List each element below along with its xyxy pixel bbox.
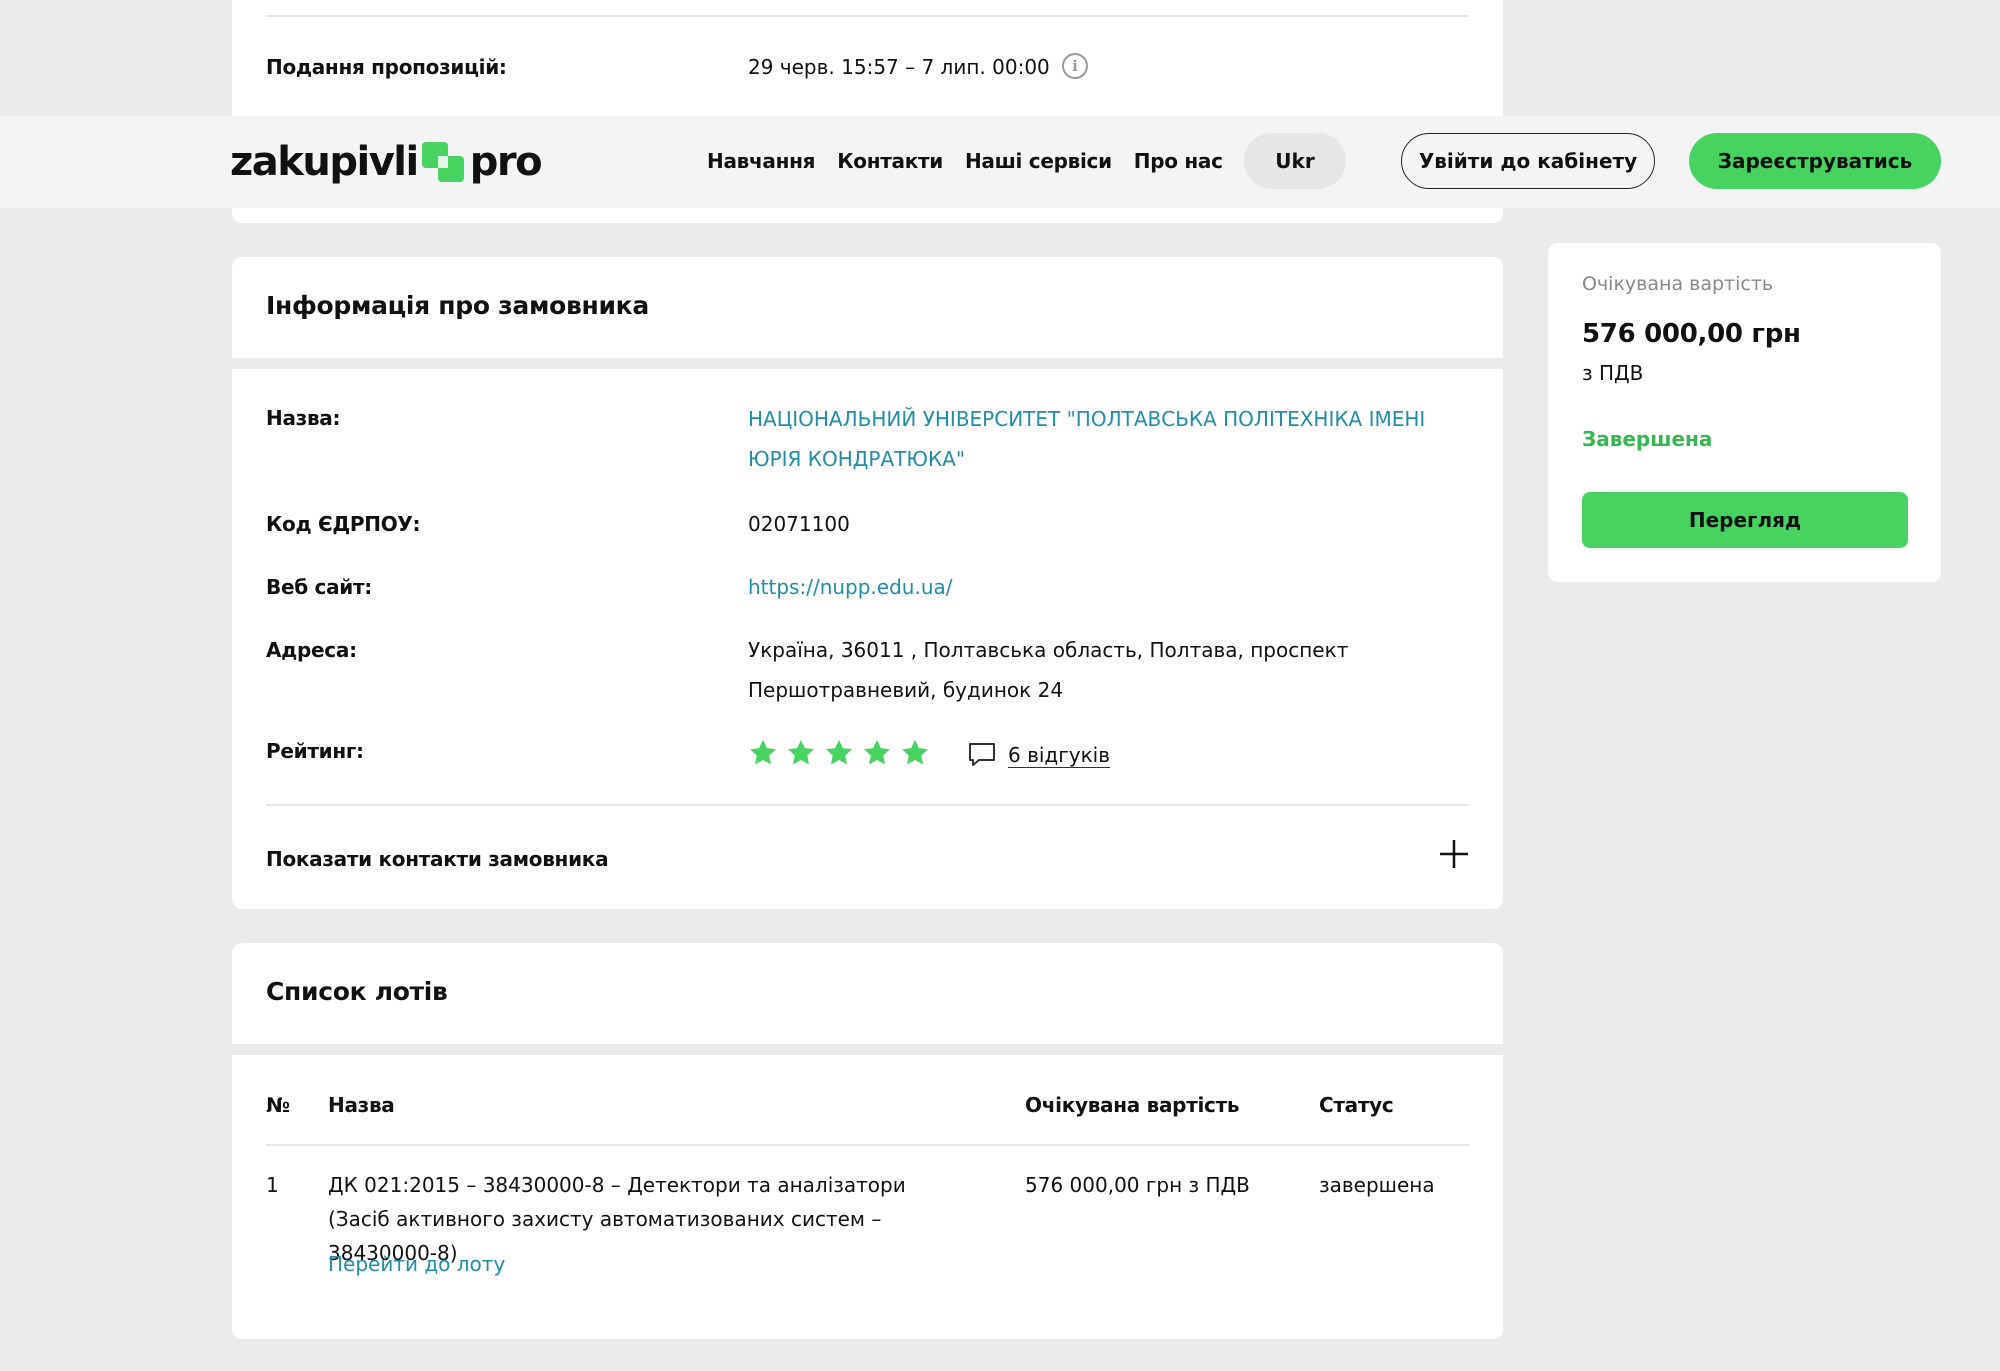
nav-item-training[interactable]: Навчання [707, 149, 816, 173]
edrpou-label: Код ЄДРПОУ: [266, 512, 421, 536]
star-icon [750, 739, 776, 765]
lot-status: завершена [1319, 1173, 1435, 1197]
address-label: Адреса: [266, 638, 357, 662]
show-contacts-toggle[interactable]: Показати контакти замовника [266, 840, 1469, 877]
expected-value-label: Очікувана вартість [1582, 273, 1774, 295]
rating-label: Рейтинг: [266, 739, 364, 763]
comment-icon [969, 743, 995, 766]
show-contacts-label[interactable]: Показати контакти замовника [266, 847, 609, 871]
logo-mark-icon [420, 138, 468, 186]
nav-item-services[interactable]: Наші сервіси [965, 149, 1112, 173]
status-badge: Завершена [1582, 427, 1713, 451]
logo-text-right: pro [469, 139, 543, 185]
view-button[interactable]: Перегляд [1582, 492, 1908, 548]
register-button[interactable]: Зареєструватись [1689, 133, 1941, 189]
column-header-value: Очікувана вартість [1025, 1093, 1240, 1117]
nav-item-about[interactable]: Про нас [1134, 149, 1223, 173]
divider [266, 1144, 1469, 1146]
logo-text-left: zakupivli [230, 139, 419, 185]
reviews-count[interactable]: 6 відгуків [1008, 743, 1111, 768]
reviews-link[interactable]: 6 відгуків [968, 742, 1111, 768]
address-value: Україна, 36011 , Полтавська область, Пол… [748, 638, 1349, 702]
star-icon [788, 739, 814, 765]
rating-stars [748, 738, 930, 768]
info-icon[interactable]: i [1062, 53, 1088, 79]
site-header: zakupivli pro Навчання Контакти Наші сер… [0, 116, 2000, 208]
vat-note: з ПДВ [1582, 361, 1644, 385]
column-header-name: Назва [328, 1093, 395, 1117]
lot-link[interactable]: Перейти до лоту [328, 1247, 505, 1281]
star-icon [902, 739, 928, 765]
lots-section-title: Список лотів [266, 977, 448, 1006]
submission-value: 29 черв. 15:57 – 7 лип. 00:00 [748, 55, 1050, 79]
submission-label: Подання пропозицій: [266, 55, 507, 79]
login-button[interactable]: Увійти до кабінету [1401, 133, 1655, 189]
lots-table-card: № Назва Очікувана вартість Статус 1 ДК 0… [232, 1055, 1503, 1339]
summary-card: Очікувана вартість 576 000,00 грн з ПДВ … [1548, 243, 1941, 582]
customer-info-card: Назва: НАЦІОНАЛЬНИЙ УНІВЕРСИТЕТ "ПОЛТАВС… [232, 369, 1503, 909]
expected-value-amount: 576 000,00 грн [1582, 319, 1801, 349]
name-label: Назва: [266, 406, 341, 430]
column-header-num: № [266, 1093, 290, 1117]
website-link[interactable]: https://nupp.edu.ua/ [748, 575, 953, 599]
main-nav: Навчання Контакти Наші сервіси Про нас [707, 149, 1223, 173]
customer-section-title: Інформація про замовника [266, 291, 649, 320]
customer-title-card: Інформація про замовника [232, 257, 1503, 358]
website-label: Веб сайт: [266, 575, 372, 599]
star-icon [864, 739, 890, 765]
nav-item-contacts[interactable]: Контакти [837, 149, 943, 173]
edrpou-value: 02071100 [748, 512, 850, 536]
column-header-status: Статус [1319, 1093, 1394, 1117]
logo[interactable]: zakupivli pro [230, 138, 543, 186]
lots-title-card: Список лотів [232, 943, 1503, 1044]
star-icon [826, 739, 852, 765]
lot-number: 1 [266, 1173, 279, 1197]
plus-icon[interactable] [1439, 839, 1469, 869]
language-selector[interactable]: Ukr [1244, 133, 1346, 189]
lot-value: 576 000,00 грн з ПДВ [1025, 1173, 1250, 1197]
customer-name-link[interactable]: НАЦІОНАЛЬНИЙ УНІВЕРСИТЕТ "ПОЛТАВСЬКА ПОЛ… [748, 399, 1469, 479]
divider [266, 15, 1469, 17]
divider [266, 804, 1469, 806]
